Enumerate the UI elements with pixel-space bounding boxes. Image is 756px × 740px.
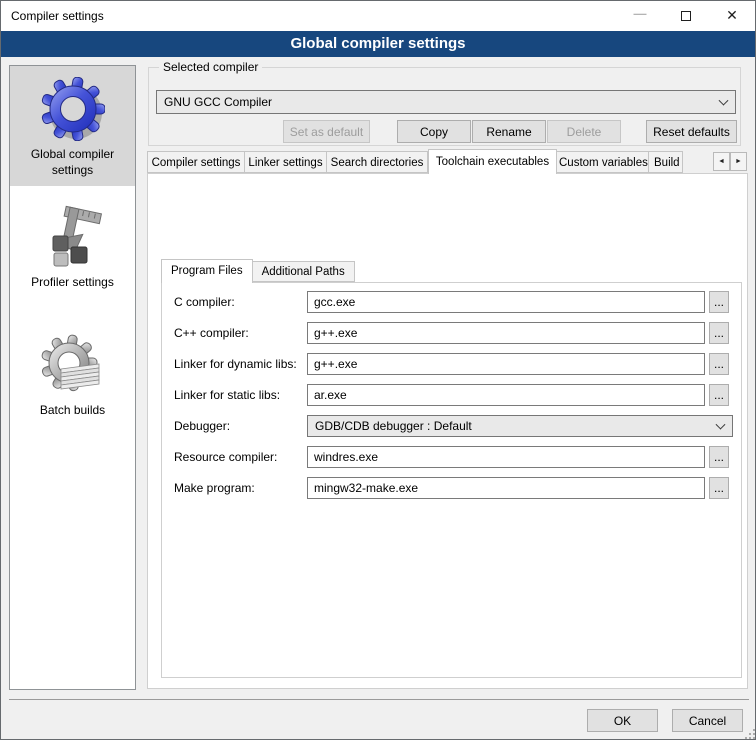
field-label: Make program: [174, 477, 255, 500]
tab-additional-paths[interactable]: Additional Paths [253, 261, 355, 282]
c-compiler-input[interactable] [307, 291, 705, 313]
c-compiler-browse-button[interactable]: ... [709, 291, 729, 313]
maximize-button[interactable] [663, 1, 709, 30]
tab-scroll-left-button[interactable]: ◄ [713, 152, 730, 171]
cpp-compiler-input[interactable] [307, 322, 705, 344]
tab-linker-settings[interactable]: Linker settings [245, 151, 327, 173]
group-label: Selected compiler [159, 60, 262, 74]
blue-gear-icon [41, 77, 105, 141]
form-row-make-program: Make program: ... [162, 477, 741, 500]
linker-dynamic-browse-button[interactable]: ... [709, 353, 729, 375]
program-files-panel: C compiler: ... C++ compiler: ... Linker… [161, 282, 742, 678]
compiler-settings-dialog: Compiler settings — ✕ Global compiler se… [0, 0, 756, 740]
linker-static-input[interactable] [307, 384, 705, 406]
resource-compiler-browse-button[interactable]: ... [709, 446, 729, 468]
form-row-c-compiler: C compiler: ... [162, 291, 741, 314]
resize-grip[interactable] [749, 733, 751, 735]
field-label: Resource compiler: [174, 446, 277, 469]
field-label: Linker for static libs: [174, 384, 280, 407]
title-bar: Compiler settings — ✕ [1, 1, 755, 31]
tab-build-options[interactable]: Build options [649, 151, 683, 173]
page-title: Global compiler settings [1, 31, 755, 57]
tab-toolchain-executables[interactable]: Toolchain executables [428, 149, 557, 174]
window-title: Compiler settings [11, 9, 104, 23]
copy-button[interactable]: Copy [397, 120, 471, 143]
make-program-input[interactable] [307, 477, 705, 499]
field-label: C++ compiler: [174, 322, 249, 345]
debugger-select[interactable]: GDB/CDB debugger : Default [307, 415, 733, 437]
tab-custom-variables[interactable]: Custom variables [557, 151, 649, 173]
sidebar-item-batch-builds[interactable]: Batch builds [10, 322, 135, 426]
set-as-default-button[interactable]: Set as default [283, 120, 370, 143]
gray-gear-papers-icon [41, 333, 105, 397]
minimize-button[interactable]: — [617, 1, 663, 30]
cpp-compiler-browse-button[interactable]: ... [709, 322, 729, 344]
cancel-button[interactable]: Cancel [672, 709, 743, 732]
selected-compiler-group: Selected compiler GNU GCC Compiler Set a… [148, 67, 741, 146]
ok-button[interactable]: OK [587, 709, 658, 732]
tab-search-directories[interactable]: Search directories [327, 151, 428, 173]
minimize-icon: — [634, 6, 647, 21]
tab-compiler-settings[interactable]: Compiler settings [147, 151, 245, 173]
compiler-select[interactable]: GNU GCC Compiler [156, 90, 736, 114]
sidebar-item-global-compiler-settings[interactable]: Global compiler settings [10, 66, 135, 186]
compiler-select-value: GNU GCC Compiler [164, 95, 272, 109]
delete-button[interactable]: Delete [547, 120, 621, 143]
field-label: Debugger: [174, 415, 230, 438]
settings-category-list: Global compiler settings [9, 65, 136, 690]
sidebar-item-label: Profiler settings [13, 274, 132, 290]
make-program-browse-button[interactable]: ... [709, 477, 729, 499]
reset-defaults-button[interactable]: Reset defaults [646, 120, 737, 143]
sidebar-item-label: Global compiler settings [13, 146, 132, 178]
chevron-down-icon [719, 96, 729, 106]
form-row-debugger: Debugger: GDB/CDB debugger : Default [162, 415, 741, 438]
field-label: C compiler: [174, 291, 235, 314]
rename-button[interactable]: Rename [472, 120, 546, 143]
close-icon: ✕ [726, 7, 738, 24]
footer-separator [9, 699, 749, 700]
close-button[interactable]: ✕ [709, 1, 755, 30]
form-row-linker-dynamic: Linker for dynamic libs: ... [162, 353, 741, 376]
form-row-linker-static: Linker for static libs: ... [162, 384, 741, 407]
sidebar-item-profiler-settings[interactable]: Profiler settings [10, 194, 135, 298]
program-files-tabstrip: Program Files Additional Paths [161, 259, 355, 282]
sidebar-item-label: Batch builds [13, 402, 132, 418]
tab-scroll-right-button[interactable]: ► [730, 152, 747, 171]
debugger-select-value: GDB/CDB debugger : Default [315, 419, 472, 433]
caliper-icon [41, 205, 105, 269]
form-row-resource-compiler: Resource compiler: ... [162, 446, 741, 469]
resource-compiler-input[interactable] [307, 446, 705, 468]
arrow-right-icon: ► [735, 158, 742, 165]
chevron-down-icon [716, 420, 726, 430]
form-row-cpp-compiler: C++ compiler: ... [162, 322, 741, 345]
arrow-left-icon: ◄ [718, 158, 725, 165]
maximize-icon [681, 11, 691, 21]
settings-tabstrip: Compiler settings Linker settings Search… [147, 151, 683, 174]
linker-static-browse-button[interactable]: ... [709, 384, 729, 406]
field-label: Linker for dynamic libs: [174, 353, 297, 376]
linker-dynamic-input[interactable] [307, 353, 705, 375]
tab-program-files[interactable]: Program Files [161, 259, 253, 283]
